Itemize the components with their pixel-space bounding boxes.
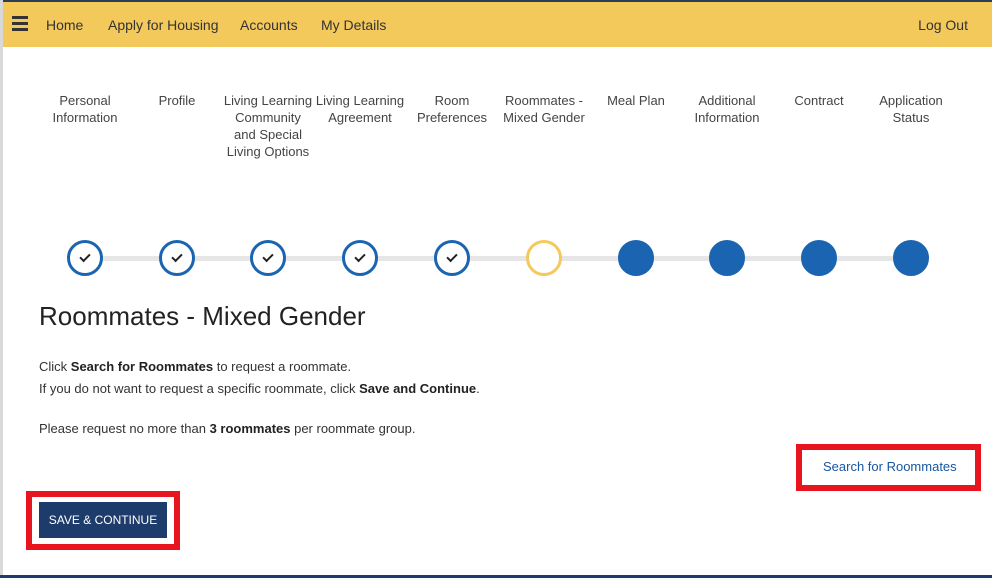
checkmark-icon <box>171 250 183 263</box>
step-label-room-preferences: Room Preferences <box>416 93 488 125</box>
step-label-personal-information: Personal Information <box>52 93 118 125</box>
checkmark-icon <box>262 250 274 263</box>
step-circle-6-current[interactable] <box>526 240 562 276</box>
logout-link[interactable]: Log Out <box>918 17 968 33</box>
step-circle-5[interactable] <box>434 240 470 276</box>
instruction-limit: Please request no more than 3 roommates … <box>39 421 416 436</box>
step-label-application-status: Application Status <box>879 93 943 125</box>
step-circle-2[interactable] <box>159 240 195 276</box>
hamburger-menu-icon[interactable] <box>12 16 28 31</box>
progress-track <box>86 256 911 261</box>
step-label-meal-plan: Meal Plan <box>607 93 665 108</box>
step-label-profile: Profile <box>158 93 196 108</box>
step-label-living-learning-community: Living Learning Community and Special Li… <box>223 93 313 159</box>
checkmark-icon <box>354 250 366 263</box>
checkmark-icon <box>79 250 91 263</box>
step-circle-10 <box>893 240 929 276</box>
step-label-living-learning-agreement: Living Learning Agreement <box>315 93 405 125</box>
step-label-additional-information: Additional Information <box>694 93 760 125</box>
instruction-save: If you do not want to request a specific… <box>39 381 480 396</box>
checkmark-icon <box>446 250 458 263</box>
nav-accounts-link[interactable]: Accounts <box>240 17 298 33</box>
step-circle-7 <box>618 240 654 276</box>
step-circle-1[interactable] <box>67 240 103 276</box>
nav-my-details-link[interactable]: My Details <box>321 17 386 33</box>
left-border <box>0 0 3 578</box>
step-circle-3[interactable] <box>250 240 286 276</box>
save-and-continue-button[interactable]: SAVE & CONTINUE <box>39 502 167 538</box>
step-circle-8 <box>709 240 745 276</box>
step-label-contract: Contract <box>794 93 844 108</box>
nav-home-link[interactable]: Home <box>46 17 83 33</box>
nav-apply-housing-link[interactable]: Apply for Housing <box>108 17 219 33</box>
step-circle-4[interactable] <box>342 240 378 276</box>
search-for-roommates-link[interactable]: Search for Roommates <box>823 459 957 474</box>
step-label-roommates: Roommates - Mixed Gender <box>503 93 585 125</box>
page-title: Roommates - Mixed Gender <box>39 301 366 331</box>
instruction-search: Click Search for Roommates to request a … <box>39 359 352 374</box>
step-circle-9 <box>801 240 837 276</box>
top-navbar: Home Apply for Housing Accounts My Detai… <box>3 2 992 47</box>
